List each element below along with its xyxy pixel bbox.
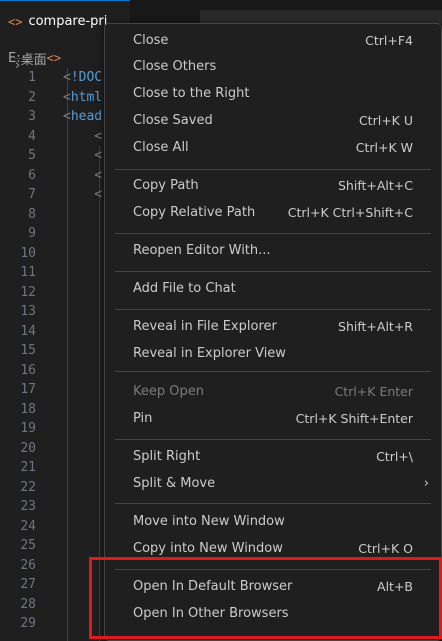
menu-separator [115,371,431,372]
menu-item-label: Split & Move [133,476,216,491]
tab-strip [200,10,442,24]
menu-item-copy-path[interactable]: Copy Path Shift+Alt+C [109,173,437,199]
html-file-icon[interactable]: <> [47,51,61,65]
menu-item-reveal-in-explorer-view[interactable]: Reveal in Explorer View [109,341,437,367]
menu-item-close-others[interactable]: Close Others [109,54,437,80]
menu-item-shortcut: Shift+Alt+C [337,178,413,193]
menu-item-label: Keep Open [133,384,204,399]
line-number: 20 [20,440,36,456]
menu-item-keep-open: Keep Open Ctrl+K Enter [109,379,437,405]
line-number: 17 [20,382,36,397]
code-text: <head [63,109,103,124]
menu-item-shortcut: Ctrl+F4 [365,33,413,48]
menu-item-reveal-in-file-explorer[interactable]: Reveal in File Explorer Shift+Alt+R [109,314,437,340]
code-text: <html [63,89,103,105]
code-text: < [63,148,103,163]
menu-item-shortcut: Shift+Alt+R [338,319,413,334]
line-number: 24 [20,518,36,534]
menu-item-shortcut: Ctrl+K Shift+Enter [295,411,413,426]
menu-item-close-all[interactable]: Close All Ctrl+K W [109,135,437,161]
menu-item-close-saved[interactable]: Close Saved Ctrl+K U [109,108,437,134]
menu-item-label: Reveal in Explorer View [133,346,286,361]
line-number: 1 [28,70,36,85]
line-number: 23 [20,499,36,514]
menu-item-label: Close Saved [133,113,213,128]
line-number: 13 [20,304,36,319]
line-number: 19 [20,421,36,436]
tab-title: compare-pri [28,14,108,29]
line-number: 14 [20,323,36,339]
line-number: 16 [20,362,36,378]
chevron-right-icon: › [423,476,429,491]
line-number: 25 [20,538,36,553]
chevron-right-icon: › [15,57,47,73]
line-number: 12 [20,284,36,300]
menu-item-label: Move into New Window [133,514,285,529]
code-text: < [63,128,103,144]
menu-item-label: Pin [133,411,153,426]
code-tag: head [70,109,103,124]
menu-separator [115,439,431,440]
highlight-box [89,557,442,639]
line-number: 7 [28,187,36,202]
code-text: <!DOC [63,70,103,85]
menu-separator [115,503,431,504]
line-number: 28 [20,596,36,612]
line-number: 22 [20,479,36,495]
code-tag: !DOC [70,70,103,85]
menu-item-shortcut: Ctrl+K W [355,140,413,155]
breadcrumb: E: › 桌面 › <> [0,48,61,73]
menu-item-shortcut: Ctrl+K Enter [334,384,413,399]
menu-item-label: Copy Path [133,178,199,193]
menu-separator [115,169,431,170]
line-number: 27 [20,577,36,592]
html-file-icon: <> [8,14,23,29]
menu-separator [115,233,431,234]
menu-item-close[interactable]: Close Ctrl+F4 [109,28,437,54]
code-text: < [63,187,103,202]
menu-item-shortcut: Ctrl+K Ctrl+Shift+C [287,205,413,220]
menu-item-add-file-to-chat[interactable]: Add File to Chat [109,276,437,302]
line-number: 4 [28,128,36,144]
menu-item-split-and-move[interactable]: Split & Move › [109,471,437,497]
menu-item-label: Close to the Right [133,86,250,101]
menu-item-label: Copy Relative Path [133,205,256,220]
menu-separator [115,271,431,272]
menu-item-label: Close All [133,140,189,155]
menu-item-reopen-editor-with[interactable]: Reopen Editor With... [109,238,437,264]
menu-item-split-right[interactable]: Split Right Ctrl+\ [109,444,437,470]
menu-item-pin[interactable]: Pin Ctrl+K Shift+Enter [109,406,437,432]
menu-item-close-to-the-right[interactable]: Close to the Right [109,81,437,107]
context-menu: Close Ctrl+F4 Close Others Close to the Rig… [104,23,442,641]
menu-separator [115,309,431,310]
line-number: 11 [20,265,36,280]
line-number: 8 [28,206,36,222]
menu-item-label: Close [133,33,169,48]
line-number: 9 [28,226,36,241]
line-number: 29 [20,616,36,631]
code-text: < [63,167,103,183]
line-number: 2 [28,89,36,105]
line-number: 6 [28,167,36,183]
line-number: 26 [20,557,36,573]
menu-item-shortcut: Ctrl+K U [358,113,413,128]
menu-item-shortcut: Ctrl+\ [376,449,413,464]
code-tag: html [70,89,103,105]
line-number: 3 [28,109,36,124]
line-number: 21 [20,460,36,475]
line-number: 10 [20,245,36,261]
menu-item-label: Reopen Editor With... [133,243,271,258]
menu-item-label: Reveal in File Explorer [133,319,277,334]
menu-item-label: Split Right [133,449,201,464]
menu-item-move-into-new-window[interactable]: Move into New Window [109,509,437,535]
menu-item-label: Add File to Chat [133,281,236,296]
menu-item-copy-relative-path[interactable]: Copy Relative Path Ctrl+K Ctrl+Shift+C [109,200,437,226]
line-number: 15 [20,343,36,358]
menu-item-label: Close Others [133,59,217,74]
line-number: 5 [28,148,36,163]
line-number: 18 [20,401,36,417]
